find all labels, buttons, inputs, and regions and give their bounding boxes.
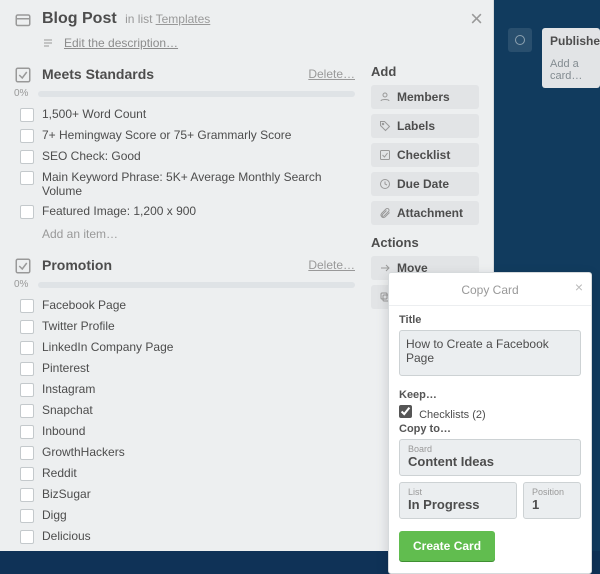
board-select[interactable]: Board Content Ideas bbox=[399, 439, 581, 476]
checklist-title[interactable]: Promotion bbox=[42, 257, 112, 273]
checklist-title[interactable]: Meets Standards bbox=[42, 66, 154, 82]
description-icon bbox=[42, 37, 54, 49]
checkbox[interactable] bbox=[20, 383, 34, 397]
keep-checklists-label: Checklists (2) bbox=[419, 409, 486, 421]
checkbox[interactable] bbox=[20, 205, 34, 219]
progress-bar bbox=[38, 282, 355, 288]
checklist-icon bbox=[14, 257, 32, 275]
checklist-button[interactable]: Checklist bbox=[371, 143, 479, 167]
check-item[interactable]: Digg bbox=[14, 506, 355, 525]
attachment-button[interactable]: Attachment bbox=[371, 201, 479, 225]
popover-header: Copy Card × bbox=[389, 273, 591, 306]
edit-description-link[interactable]: Edit the description… bbox=[64, 36, 178, 50]
check-item[interactable]: LinkedIn Company Page bbox=[14, 338, 355, 357]
actions-header: Actions bbox=[371, 235, 479, 250]
checkbox[interactable] bbox=[20, 467, 34, 481]
card-main: Meets Standards Delete… 0% 1,500+ Word C… bbox=[14, 64, 355, 551]
progress-bar bbox=[38, 91, 355, 97]
keep-checklists-row[interactable]: Checklists (2) bbox=[399, 409, 486, 421]
add-header: Add bbox=[371, 64, 479, 79]
check-item[interactable]: Instagram bbox=[14, 380, 355, 399]
list-title: Published bbox=[550, 34, 592, 48]
card-header: Blog Post in list Templates bbox=[14, 10, 479, 30]
check-item[interactable]: BizSugar bbox=[14, 485, 355, 504]
popover-close-icon[interactable]: × bbox=[575, 279, 583, 295]
check-item[interactable]: Featured Image: 1,200 x 900 bbox=[14, 202, 355, 221]
checkbox[interactable] bbox=[20, 171, 34, 185]
checkbox[interactable] bbox=[20, 108, 34, 122]
check-item[interactable]: Pinterest bbox=[14, 359, 355, 378]
clock-icon bbox=[379, 178, 391, 190]
checkbox[interactable] bbox=[20, 341, 34, 355]
card-icon bbox=[14, 12, 32, 30]
attachment-icon bbox=[379, 207, 391, 219]
check-item[interactable]: GrowthHackers bbox=[14, 443, 355, 462]
check-item[interactable]: Inbound bbox=[14, 422, 355, 441]
copy-title-input[interactable] bbox=[399, 330, 581, 376]
checklist-header-standards: Meets Standards Delete… bbox=[14, 64, 355, 84]
check-item[interactable]: Snapchat bbox=[14, 401, 355, 420]
checkbox[interactable] bbox=[20, 404, 34, 418]
checkbox[interactable] bbox=[20, 488, 34, 502]
labels-button[interactable]: Labels bbox=[371, 114, 479, 138]
column-placeholder-icon bbox=[508, 28, 532, 52]
checkbox[interactable] bbox=[20, 362, 34, 376]
checkbox[interactable] bbox=[20, 509, 34, 523]
add-item-link[interactable]: Add an item… bbox=[42, 227, 355, 241]
progress-percent: 0% bbox=[14, 88, 32, 99]
list-published: Published Add a card… bbox=[542, 28, 600, 88]
progress: 0% bbox=[14, 88, 355, 99]
checkbox[interactable] bbox=[20, 530, 34, 544]
keep-checklists-checkbox[interactable] bbox=[399, 405, 412, 418]
checklist-icon bbox=[14, 66, 32, 84]
delete-checklist-link[interactable]: Delete… bbox=[308, 258, 355, 272]
delete-checklist-link[interactable]: Delete… bbox=[308, 67, 355, 81]
check-item[interactable]: Main Keyword Phrase: 5K+ Average Monthly… bbox=[14, 168, 355, 200]
keep-label: Keep… bbox=[399, 389, 581, 401]
copy-card-popover: Copy Card × Title Keep… Checklists (2) C… bbox=[388, 272, 592, 574]
due-date-button[interactable]: Due Date bbox=[371, 172, 479, 196]
description-row[interactable]: Edit the description… bbox=[42, 36, 479, 50]
checkbox[interactable] bbox=[20, 129, 34, 143]
check-item[interactable]: 1,500+ Word Count bbox=[14, 105, 355, 124]
create-card-button[interactable]: Create Card bbox=[399, 531, 495, 561]
progress: 0% bbox=[14, 279, 355, 290]
checklist-icon bbox=[379, 149, 391, 161]
checkbox[interactable] bbox=[20, 425, 34, 439]
list-link[interactable]: Templates bbox=[156, 12, 211, 26]
check-item[interactable]: Delicious bbox=[14, 527, 355, 546]
check-item[interactable]: SEO Check: Good bbox=[14, 147, 355, 166]
position-select[interactable]: Position 1 bbox=[523, 482, 581, 519]
popover-title: Copy Card bbox=[461, 283, 518, 297]
members-icon bbox=[379, 91, 391, 103]
checkbox[interactable] bbox=[20, 446, 34, 460]
close-icon[interactable]: × bbox=[470, 6, 483, 32]
check-item[interactable]: 7+ Hemingway Score or 75+ Grammarly Scor… bbox=[14, 126, 355, 145]
checkbox[interactable] bbox=[20, 320, 34, 334]
checkbox[interactable] bbox=[20, 299, 34, 313]
card-in-list: in list Templates bbox=[125, 12, 210, 26]
labels-icon bbox=[379, 120, 391, 132]
card-title[interactable]: Blog Post bbox=[42, 10, 117, 27]
checklist-header-promotion: Promotion Delete… bbox=[14, 255, 355, 275]
list-select[interactable]: List In Progress bbox=[399, 482, 517, 519]
checkbox[interactable] bbox=[20, 150, 34, 164]
check-item[interactable]: Reddit bbox=[14, 464, 355, 483]
progress-percent: 0% bbox=[14, 279, 32, 290]
members-button[interactable]: Members bbox=[371, 85, 479, 109]
add-card-link[interactable]: Add a card… bbox=[550, 58, 592, 82]
copy-to-label: Copy to… bbox=[399, 423, 581, 435]
title-label: Title bbox=[399, 314, 581, 326]
check-item[interactable]: Twitter Profile bbox=[14, 317, 355, 336]
check-item[interactable]: Facebook Page bbox=[14, 296, 355, 315]
